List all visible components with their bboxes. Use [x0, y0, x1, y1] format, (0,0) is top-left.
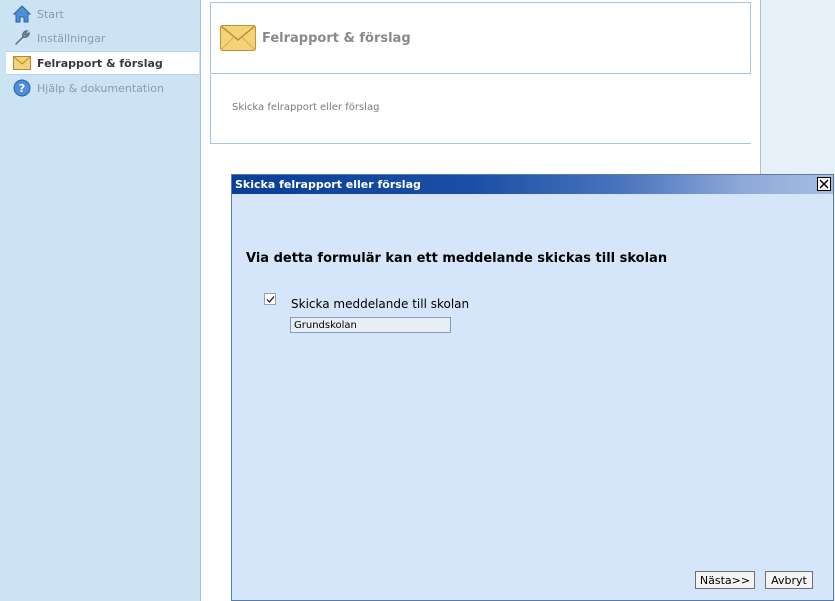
help-icon: ?	[12, 78, 32, 98]
send-report-dialog: Skicka felrapport eller förslag Via dett…	[231, 174, 834, 601]
checkmark-icon	[266, 295, 275, 303]
dialog-heading: Via detta formulär kan ett meddelande sk…	[246, 251, 668, 266]
send-report-link[interactable]: Skicka felrapport eller förslag	[232, 102, 379, 113]
sidebar-item-label: Hjälp & dokumentation	[37, 81, 164, 95]
school-field[interactable]: Grundskolan	[290, 317, 451, 333]
sidebar-item-settings[interactable]: Inställningar	[6, 27, 199, 49]
dialog-title: Skicka felrapport eller förslag	[235, 178, 421, 191]
sidebar-item-label: Felrapport & förslag	[37, 56, 163, 70]
sidebar-item-label: Start	[37, 7, 64, 21]
envelope-icon	[12, 53, 32, 73]
wrench-icon	[12, 28, 32, 48]
send-to-school-checkbox[interactable]	[264, 293, 276, 305]
sidebar-item-start[interactable]: Start	[6, 3, 199, 25]
sidebar: Start Inställningar Felrapport & förslag…	[0, 0, 201, 601]
close-icon	[819, 179, 829, 189]
sidebar-item-bug-report[interactable]: Felrapport & förslag	[6, 51, 199, 75]
home-icon	[12, 4, 32, 24]
page-header: Felrapport & förslag	[210, 2, 751, 74]
send-to-school-label: Skicka meddelande till skolan	[291, 297, 470, 311]
dialog-titlebar[interactable]: Skicka felrapport eller förslag	[232, 175, 833, 194]
svg-text:?: ?	[19, 82, 25, 95]
sidebar-item-help[interactable]: ? Hjälp & dokumentation	[6, 77, 199, 99]
content-panel: Skicka felrapport eller förslag	[210, 75, 751, 144]
sidebar-item-label: Inställningar	[37, 31, 106, 45]
close-button[interactable]	[817, 177, 831, 191]
page-title: Felrapport & förslag	[262, 30, 411, 46]
envelope-icon	[220, 25, 256, 51]
next-button[interactable]: Nästa>>	[695, 571, 755, 589]
cancel-button[interactable]: Avbryt	[765, 571, 813, 589]
